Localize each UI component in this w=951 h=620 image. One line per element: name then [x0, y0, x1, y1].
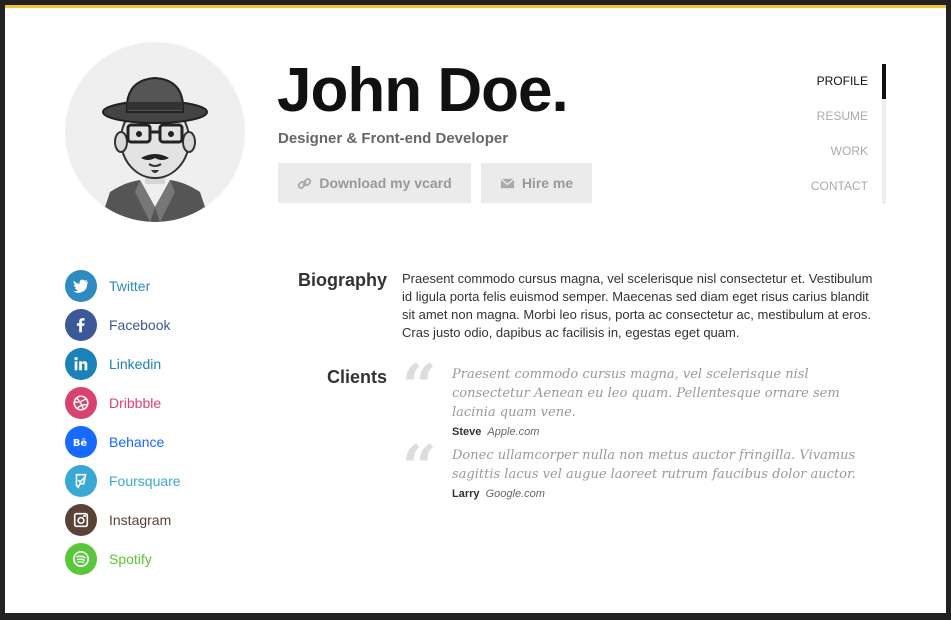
social-label: Behance [109, 433, 165, 450]
download-vcard-label: Download my vcard [319, 175, 452, 191]
envelope-icon [500, 177, 515, 188]
quote-author-company: Apple.com [487, 426, 540, 438]
nav-item-profile[interactable]: PROFILE [765, 64, 886, 99]
avatar [65, 42, 245, 222]
social-link-behance[interactable]: Bē Behance [65, 422, 235, 461]
social-links: Twitter Facebook Linkedin Dribbble Bē Be… [65, 266, 235, 578]
social-label: Linkedin [109, 355, 162, 372]
quote-author-name: Steve [452, 426, 482, 438]
profile-card: John Doe. Designer & Front-end Developer… [5, 5, 946, 613]
client-quote: “ Praesent commodo cursus magna, vel sce… [402, 352, 887, 438]
quote-text: Donec ullamcorper nulla non metus auctor… [452, 448, 856, 482]
social-label: Facebook [109, 316, 171, 333]
social-label: Spotify [109, 550, 152, 567]
quote-mark-icon: “ [402, 352, 437, 422]
biography-text: Praesent commodo cursus magna, vel scele… [402, 271, 873, 340]
svg-text:Bē: Bē [73, 438, 88, 449]
social-link-foursquare[interactable]: Foursquare [65, 461, 235, 500]
behance-icon: Bē [65, 425, 97, 458]
client-quote: “ Donec ullamcorper nulla non metus auct… [402, 433, 887, 503]
social-link-linkedin[interactable]: Linkedin [65, 344, 235, 383]
quote-text: Praesent commodo cursus magna, vel scele… [452, 367, 840, 420]
nav-item-contact[interactable]: CONTACT [765, 169, 882, 204]
social-label: Dribbble [109, 394, 162, 411]
dribbble-icon [65, 386, 97, 419]
social-link-spotify[interactable]: Spotify [65, 539, 235, 578]
linkedin-icon [65, 347, 97, 380]
foursquare-icon [65, 464, 97, 497]
biography-heading: Biography [297, 270, 387, 290]
link-icon [298, 177, 312, 189]
clients-heading: Clients [326, 367, 387, 387]
facebook-icon [65, 308, 97, 341]
spotify-icon [65, 542, 97, 575]
hire-me-button[interactable]: Hire me [481, 163, 592, 203]
nav-item-resume[interactable]: RESUME [765, 99, 882, 134]
twitter-icon [65, 269, 97, 302]
social-link-twitter[interactable]: Twitter [65, 266, 235, 305]
avatar-illustration [100, 76, 210, 222]
social-label: Instagram [109, 511, 172, 528]
instagram-icon [65, 503, 97, 536]
hire-me-label: Hire me [521, 175, 574, 191]
download-vcard-button[interactable]: Download my vcard [278, 163, 471, 203]
quote-author-company: Google.com [485, 488, 545, 500]
nav-item-work[interactable]: WORK [765, 134, 882, 169]
page-title: John Doe. [277, 56, 569, 125]
social-link-dribbble[interactable]: Dribbble [65, 383, 235, 422]
social-label: Foursquare [109, 472, 181, 489]
tagline: Designer & Front-end Developer [278, 130, 509, 147]
quote-mark-icon: “ [402, 433, 437, 503]
quote-author-name: Larry [452, 488, 480, 500]
social-label: Twitter [109, 277, 151, 294]
main-nav: PROFILE RESUME WORK CONTACT [765, 64, 886, 204]
social-link-facebook[interactable]: Facebook [65, 305, 235, 344]
social-link-instagram[interactable]: Instagram [65, 500, 235, 539]
quote-author: Larry Google.com [452, 488, 887, 500]
quote-author: Steve Apple.com [452, 426, 887, 438]
